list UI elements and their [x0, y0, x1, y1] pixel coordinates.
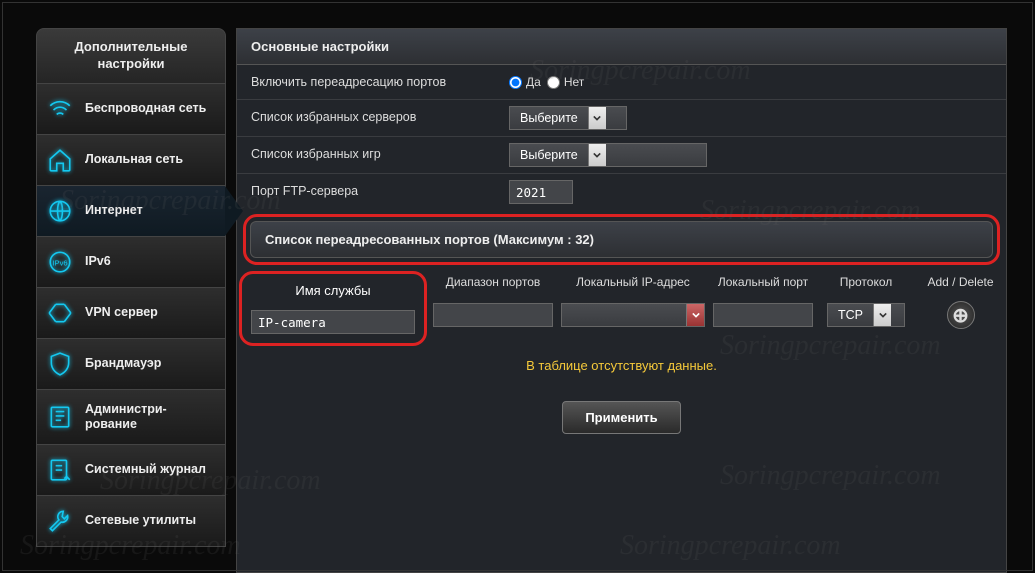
wifi-icon [47, 96, 73, 122]
ftp-port-input[interactable] [509, 180, 573, 204]
local-port-input[interactable] [713, 303, 813, 327]
sidebar-item-label: Брандмауэр [85, 356, 161, 371]
th-name: Имя службы [245, 277, 421, 304]
radio-yes-label: Да [526, 75, 541, 89]
games-label: Список избранных игр [237, 137, 501, 173]
th-action: Add / Delete [915, 269, 1006, 295]
chevron-down-icon [588, 144, 606, 166]
sidebar-item-admin[interactable]: Администри- рование [36, 390, 226, 445]
radio-no[interactable]: Нет [547, 75, 584, 89]
apply-button[interactable]: Применить [562, 401, 680, 434]
sidebar-item-label: Сетевые утилиты [85, 513, 196, 528]
sidebar-item-label: Администри- рование [85, 402, 167, 432]
chevron-down-icon [588, 107, 606, 129]
sidebar-item-label: Локальная сеть [85, 152, 183, 167]
sidebar-item-internet[interactable]: Интернет [36, 186, 226, 237]
portlist-title: Список переадресованных портов (Максимум… [250, 221, 993, 258]
games-select[interactable]: Выберите [509, 143, 707, 167]
svg-text:IPv6: IPv6 [52, 258, 67, 267]
games-select-value: Выберите [510, 148, 588, 162]
tools-icon [47, 508, 73, 534]
row-enable-forwarding: Включить переадресацию портов Да Нет [237, 65, 1006, 100]
sidebar-item-label: Беспроводная сеть [85, 101, 206, 116]
ftp-label: Порт FTP-сервера [237, 174, 501, 210]
row-games: Список избранных игр Выберите [237, 137, 1006, 174]
sidebar-item-wireless[interactable]: Беспроводная сеть [36, 84, 226, 135]
chevron-down-icon [873, 304, 891, 326]
sidebar-item-nettools[interactable]: Сетевые утилиты [36, 496, 226, 547]
servers-select[interactable]: Выберите [509, 106, 627, 130]
sidebar: Дополнительные настройки Беспроводная се… [36, 28, 226, 573]
sidebar-item-label: VPN сервер [85, 305, 158, 320]
th-ip: Локальный IP-адрес [557, 269, 709, 295]
radio-yes-input[interactable] [509, 76, 522, 89]
servers-select-value: Выберите [510, 111, 588, 125]
servers-label: Список избранных серверов [237, 100, 501, 136]
sidebar-item-label: IPv6 [85, 254, 111, 269]
admin-icon [47, 404, 73, 430]
log-icon [47, 457, 73, 483]
empty-table-message: В таблице отсутствуют данные. [237, 348, 1006, 387]
th-range: Диапазон портов [429, 269, 557, 295]
chevron-down-icon [686, 304, 704, 326]
sidebar-item-label: Интернет [85, 203, 143, 218]
portlist-highlight: Список переадресованных портов (Максимум… [243, 214, 1000, 265]
protocol-select[interactable]: TCP [827, 303, 905, 327]
port-table: Имя службы Диапазон портов Локальный IP-… [237, 269, 1006, 387]
sidebar-item-vpn[interactable]: VPN сервер [36, 288, 226, 339]
name-column-highlight: Имя службы [239, 271, 427, 346]
sidebar-header: Дополнительные настройки [36, 28, 226, 84]
port-range-input[interactable] [433, 303, 553, 327]
row-ftp: Порт FTP-сервера [237, 174, 1006, 210]
local-ip-select[interactable] [561, 303, 705, 327]
add-row-button[interactable]: ⊕ [947, 301, 975, 329]
sidebar-item-ipv6[interactable]: IPv6 IPv6 [36, 237, 226, 288]
sidebar-item-lan[interactable]: Локальная сеть [36, 135, 226, 186]
row-servers: Список избранных серверов Выберите [237, 100, 1006, 137]
vpn-icon [47, 300, 73, 326]
sidebar-item-firewall[interactable]: Брандмауэр [36, 339, 226, 390]
th-port: Локальный порт [709, 269, 817, 295]
main-panel: Основные настройки Включить переадресаци… [236, 28, 1007, 573]
protocol-value: TCP [828, 308, 873, 322]
radio-no-label: Нет [564, 75, 584, 89]
sidebar-item-label: Системный журнал [85, 462, 206, 477]
home-icon [47, 147, 73, 173]
radio-no-input[interactable] [547, 76, 560, 89]
th-proto: Протокол [817, 269, 915, 295]
ipv6-icon: IPv6 [47, 249, 73, 275]
globe-icon [47, 198, 73, 224]
enable-forwarding-label: Включить переадресацию портов [237, 65, 501, 99]
shield-icon [47, 351, 73, 377]
service-name-input[interactable] [251, 310, 415, 334]
basic-settings-title: Основные настройки [237, 29, 1006, 65]
plus-icon: ⊕ [952, 303, 969, 328]
sidebar-item-syslog[interactable]: Системный журнал [36, 445, 226, 496]
radio-yes[interactable]: Да [509, 75, 541, 89]
